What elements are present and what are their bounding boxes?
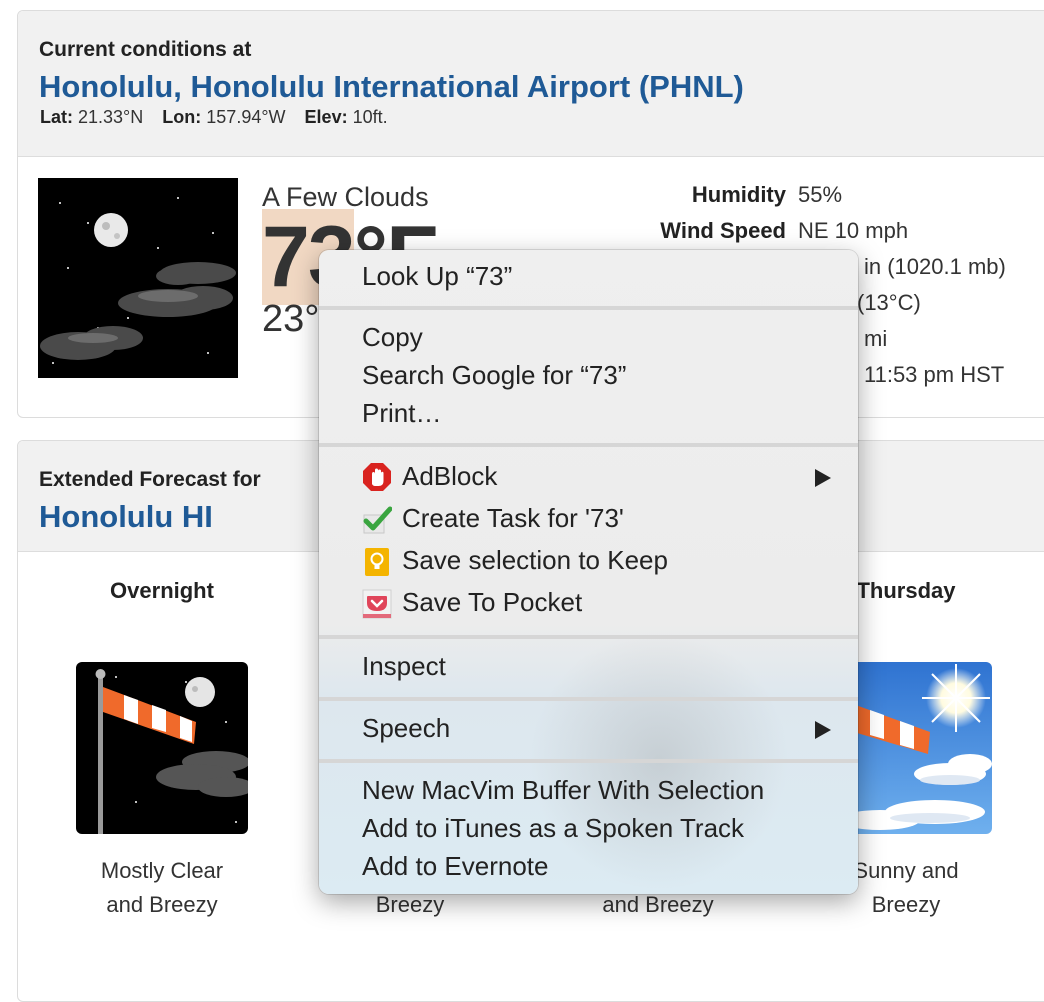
- lon-value: 157.94°W: [206, 107, 286, 127]
- visibility-value: mi: [864, 326, 888, 351]
- checkmark-icon: [362, 505, 393, 535]
- elev-value: 10ft.: [352, 107, 388, 127]
- elev-label: Elev:: [304, 107, 348, 127]
- period-name-overnight: Overnight: [110, 578, 214, 603]
- adblock-icon: [362, 462, 392, 492]
- barometer-value: in (1020.1 mb): [864, 254, 1006, 279]
- pocket-icon: [362, 589, 392, 619]
- forecast-location-link[interactable]: Honolulu HI: [39, 499, 213, 535]
- menu-separator: [319, 306, 858, 310]
- period-desc-line: Mostly Clear: [100, 858, 224, 883]
- menu-item-search-google[interactable]: Search Google for “73”: [362, 360, 626, 391]
- dewpoint-value: (13°C): [857, 290, 921, 315]
- extended-forecast-heading: Extended Forecast for: [39, 468, 261, 491]
- menu-item-create-task[interactable]: Create Task for '73': [402, 503, 624, 534]
- menu-item-itunes[interactable]: Add to iTunes as a Spoken Track: [362, 813, 744, 844]
- menu-item-print[interactable]: Print…: [362, 398, 441, 429]
- menu-item-evernote[interactable]: Add to Evernote: [362, 851, 548, 882]
- windsock-night-icon[interactable]: [76, 662, 248, 834]
- menu-separator: [319, 759, 858, 763]
- menu-item-adblock[interactable]: AdBlock: [402, 461, 497, 492]
- menu-item-save-keep[interactable]: Save selection to Keep: [402, 545, 668, 576]
- period-desc-overnight: Mostly Clear and Breezy: [62, 854, 262, 922]
- submenu-arrow-icon: [815, 721, 831, 739]
- keep-bulb-icon: [362, 547, 392, 577]
- menu-item-look-up[interactable]: Look Up “73”: [362, 261, 512, 292]
- submenu-arrow-icon: [815, 469, 831, 487]
- menu-item-macvim[interactable]: New MacVim Buffer With Selection: [362, 775, 764, 806]
- humidity-value: 55%: [798, 182, 843, 207]
- menu-separator: [319, 635, 858, 639]
- lat-label: Lat:: [40, 107, 73, 127]
- menu-separator: [319, 697, 858, 701]
- period-desc-line: and Breezy: [106, 892, 218, 917]
- station-name-link[interactable]: Honolulu, Honolulu International Airport…: [39, 69, 744, 105]
- menu-item-copy[interactable]: Copy: [362, 322, 423, 353]
- last-update-value: 11:53 pm HST: [864, 362, 1005, 387]
- lat-value: 21.33°N: [78, 107, 144, 127]
- night-clouds-icon: [38, 178, 238, 378]
- context-menu[interactable]: Look Up “73” Copy Search Google for “73”…: [319, 250, 858, 894]
- current-conditions-header: Current conditions at Honolulu, Honolulu…: [18, 11, 1044, 157]
- menu-item-inspect[interactable]: Inspect: [362, 651, 446, 682]
- menu-separator: [319, 443, 858, 447]
- temperature-celsius: 23°: [262, 298, 320, 340]
- menu-item-save-pocket[interactable]: Save To Pocket: [402, 587, 582, 618]
- station-coordinates: Lat: 21.33°N Lon: 157.94°W Elev: 10ft.: [40, 107, 388, 128]
- wind-speed-value: NE 10 mph: [798, 218, 909, 243]
- wind-speed-label: Wind Speed: [660, 218, 786, 243]
- humidity-label: Humidity: [691, 182, 786, 207]
- lon-label: Lon:: [162, 107, 202, 127]
- current-conditions-heading: Current conditions at: [39, 38, 252, 61]
- menu-item-speech[interactable]: Speech: [362, 713, 450, 744]
